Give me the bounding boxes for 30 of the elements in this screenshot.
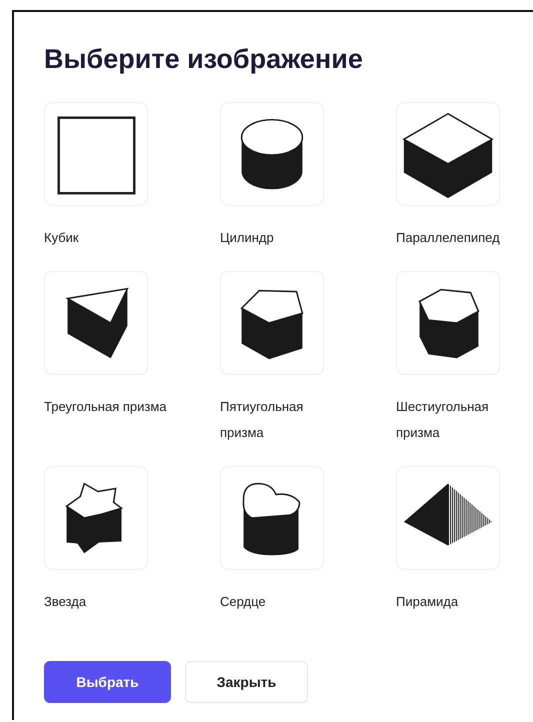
shape-option[interactable]: [44, 102, 148, 206]
square-icon: [58, 116, 136, 194]
shape-label: Шестиугольная призма: [396, 398, 490, 442]
cylinder-icon: [240, 118, 304, 190]
shape-label: Цилиндр: [220, 229, 275, 247]
shape-label: Пирамида: [396, 593, 460, 611]
dialog-title: Выберите изображение: [44, 43, 364, 76]
pentagonal-prism-icon: [240, 290, 304, 360]
shape-option[interactable]: [44, 271, 148, 375]
shape-label: Сердце: [220, 593, 267, 611]
triangular-prism-icon: [65, 288, 129, 358]
shape-label: Звезда: [44, 593, 88, 611]
pyramid-icon: [404, 484, 492, 546]
hexagonal-prism-icon: [418, 288, 480, 358]
shape-option[interactable]: [220, 102, 324, 206]
star-prism-icon: [65, 482, 124, 554]
heart-prism-icon: [242, 482, 300, 556]
shape-option[interactable]: [220, 466, 324, 570]
shape-label: Треугольная призма: [44, 398, 168, 416]
shape-option[interactable]: [220, 271, 324, 375]
shape-option[interactable]: [396, 271, 500, 375]
close-button[interactable]: Закрыть: [185, 661, 308, 703]
box-icon: [402, 112, 494, 198]
select-button[interactable]: Выбрать: [44, 661, 171, 703]
shape-label: Параллелепипед: [396, 229, 501, 247]
shape-option[interactable]: [396, 102, 500, 206]
shape-option[interactable]: [396, 466, 500, 570]
shape-label: Пятиугольная призма: [220, 398, 304, 442]
shape-option[interactable]: [44, 466, 148, 570]
shape-label: Кубик: [44, 229, 80, 247]
